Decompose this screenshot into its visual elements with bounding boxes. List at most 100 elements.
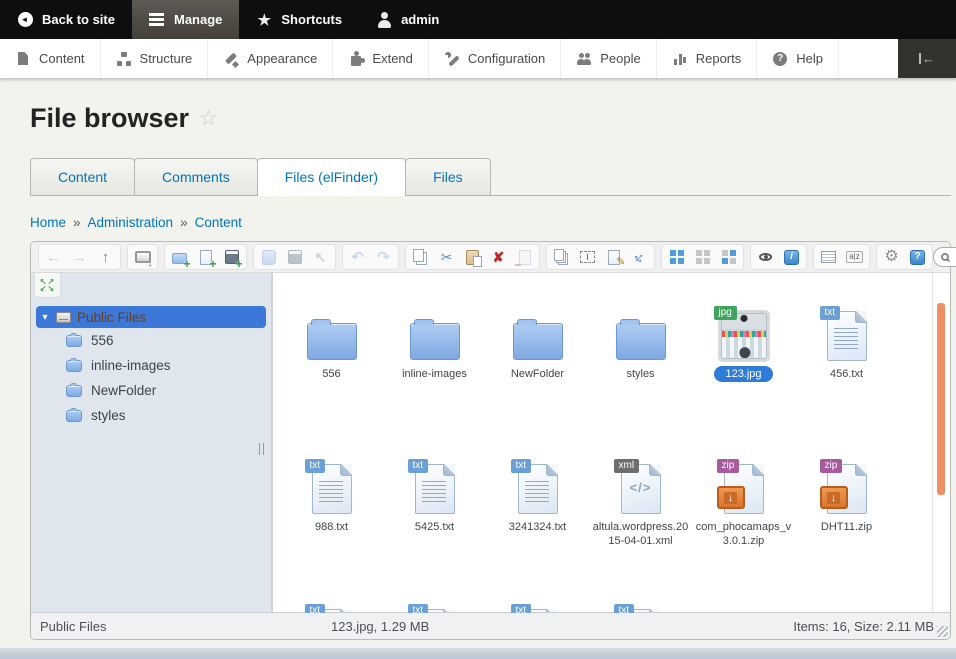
tab-content[interactable]: Content: [30, 158, 136, 195]
admin-menu-extend[interactable]: Extend: [333, 39, 429, 78]
file-item-styles[interactable]: styles: [589, 305, 692, 382]
file-item-altula-wordpress-2015-04-01-xml[interactable]: xml </> altula.wordpress.2015-04-01.xml: [589, 458, 692, 549]
delete-button[interactable]: [486, 246, 511, 268]
nav-item-label: 556: [91, 333, 114, 348]
file-row: 556 inline-images NewFolder styles jpg 123.jp…: [280, 305, 898, 382]
nav-item-556[interactable]: 556: [31, 328, 271, 353]
admin-bar-item-back-to-site[interactable]: Back to site: [0, 0, 132, 39]
folder-icon: [615, 319, 666, 360]
folder-icon: [409, 319, 460, 360]
duplicate-button[interactable]: [549, 246, 574, 268]
file-item-newfolder[interactable]: NewFolder: [486, 305, 589, 382]
file-item-dht11-zip[interactable]: zip DHT11.zip: [795, 458, 898, 549]
file-icon: [615, 305, 666, 363]
file-item-456-txt[interactable]: txt 456.txt: [795, 305, 898, 382]
admin-menu-appearance[interactable]: Appearance: [208, 39, 334, 78]
file-label: DHT11.zip: [820, 521, 873, 533]
nav-item-styles[interactable]: styles: [31, 403, 271, 428]
admin-bar-item-admin[interactable]: admin: [359, 0, 456, 39]
folder-icon: [512, 319, 563, 360]
details-icon: [821, 249, 837, 265]
help-button[interactable]: [905, 246, 930, 268]
file-item-com-phocamaps-v3-0-1-zip[interactable]: zip com_phocamaps_v3.0.1.zip: [692, 458, 795, 549]
screen: Back to site Manage Shortcuts admin Content…: [0, 0, 956, 659]
breadcrumb-separator: »: [180, 215, 188, 230]
new-file-button[interactable]: [193, 246, 218, 270]
nav-item-inline-images[interactable]: inline-images: [31, 353, 271, 378]
help-icon: [910, 249, 926, 265]
tab-comments[interactable]: Comments: [134, 158, 258, 195]
view-icons-button[interactable]: [664, 246, 689, 268]
nav-item-public-files[interactable]: ▾ Public Files: [36, 306, 266, 328]
view-list-button[interactable]: [690, 246, 715, 268]
resize-button[interactable]: [627, 246, 652, 268]
details-button[interactable]: [816, 246, 841, 268]
file-item-556[interactable]: 556: [280, 305, 383, 382]
nav-item-newfolder[interactable]: NewFolder: [31, 378, 271, 403]
folder-icon: [66, 332, 82, 347]
scrollbar-thumb[interactable]: [937, 303, 945, 495]
resize-icon: [628, 246, 651, 269]
file-icon: zip: [819, 458, 867, 516]
zip-file-icon: zip: [716, 459, 764, 514]
up-button[interactable]: [93, 246, 118, 268]
folder-icon: [66, 407, 82, 422]
file-item-3241324-txt[interactable]: txt 3241324.txt: [486, 458, 589, 549]
admin-menu-people[interactable]: People: [561, 39, 657, 78]
admin-menu-label: Appearance: [247, 51, 318, 66]
favorite-star-icon[interactable]: ☆: [199, 106, 218, 131]
info-button[interactable]: [779, 246, 804, 268]
view-list-icon: [695, 249, 711, 265]
toolbar-collapse-button[interactable]: ←: [898, 39, 956, 78]
cut-button[interactable]: [434, 246, 459, 268]
admin-menu-reports[interactable]: Reports: [657, 39, 758, 78]
folder-icon: [66, 382, 82, 397]
edit-button[interactable]: [601, 246, 626, 268]
new-folder-icon: [172, 249, 190, 270]
file-item-5425-txt[interactable]: txt 5425.txt: [383, 458, 486, 549]
filetype-badge: txt: [304, 604, 326, 613]
sort-button[interactable]: [842, 246, 867, 268]
file-item-inline-images[interactable]: inline-images: [383, 305, 486, 382]
filetype-badge: txt: [510, 604, 532, 613]
rename-button[interactable]: [575, 246, 600, 268]
paste-button[interactable]: [460, 246, 485, 268]
admin-menu-label: Extend: [372, 51, 413, 66]
file-label: 5425.txt: [414, 521, 455, 533]
breadcrumb-link-content[interactable]: Content: [195, 215, 242, 230]
admin-menu-spacer: [839, 39, 898, 78]
collapse-left-icon: ←: [919, 51, 935, 66]
new-file-icon: [198, 249, 216, 270]
thumbnail-frame: jpg: [713, 306, 770, 362]
breadcrumb-link-administration[interactable]: Administration: [88, 215, 174, 230]
status-bar: Public Files 123.jpg, 1.29 MB Items: 16,…: [31, 612, 950, 639]
admin-menu-structure[interactable]: Structure: [101, 39, 209, 78]
toolbar-group: [876, 244, 933, 270]
admin-bar-item-manage[interactable]: Manage: [131, 0, 240, 39]
sort-icon: [847, 249, 863, 265]
admin-menu-help[interactable]: Help: [757, 39, 839, 78]
tab-files-elfinder[interactable]: Files (elFinder): [256, 158, 407, 196]
file-item-988-txt[interactable]: txt 988.txt: [280, 458, 383, 549]
preview-button[interactable]: [753, 246, 778, 268]
preferences-button[interactable]: [879, 246, 904, 268]
admin-menu-configuration[interactable]: Configuration: [429, 39, 562, 78]
admin-menu-label: Configuration: [467, 51, 546, 66]
txt-file-icon: txt: [407, 459, 455, 514]
admin-bar-item-shortcuts[interactable]: Shortcuts: [239, 0, 359, 39]
copy-button[interactable]: [408, 246, 433, 268]
file-item-123-jpg[interactable]: jpg 123.jpg: [692, 305, 795, 382]
breadcrumb-link-home[interactable]: Home: [30, 215, 66, 230]
tab-files[interactable]: Files: [405, 158, 491, 195]
upload-button[interactable]: [219, 246, 244, 270]
elfinder-body: ↖↗ ↙↘ ▾ Public Files 556 inline-images NewFol…: [31, 273, 950, 613]
admin-menu-content[interactable]: Content: [0, 39, 101, 78]
fullscreen-toggle-button[interactable]: ↖↗ ↙↘: [34, 273, 61, 298]
vertical-scrollbar[interactable]: [932, 273, 950, 613]
home-button[interactable]: [130, 246, 155, 269]
new-folder-button[interactable]: [167, 246, 192, 270]
file-row: txt 988.txt txt 5425.txt txt 3241324.txt xml </…: [280, 458, 898, 549]
view-compact-button[interactable]: [716, 246, 741, 268]
resize-grip-icon[interactable]: [937, 626, 948, 637]
admin-bar-item-label: Back to site: [42, 12, 115, 27]
